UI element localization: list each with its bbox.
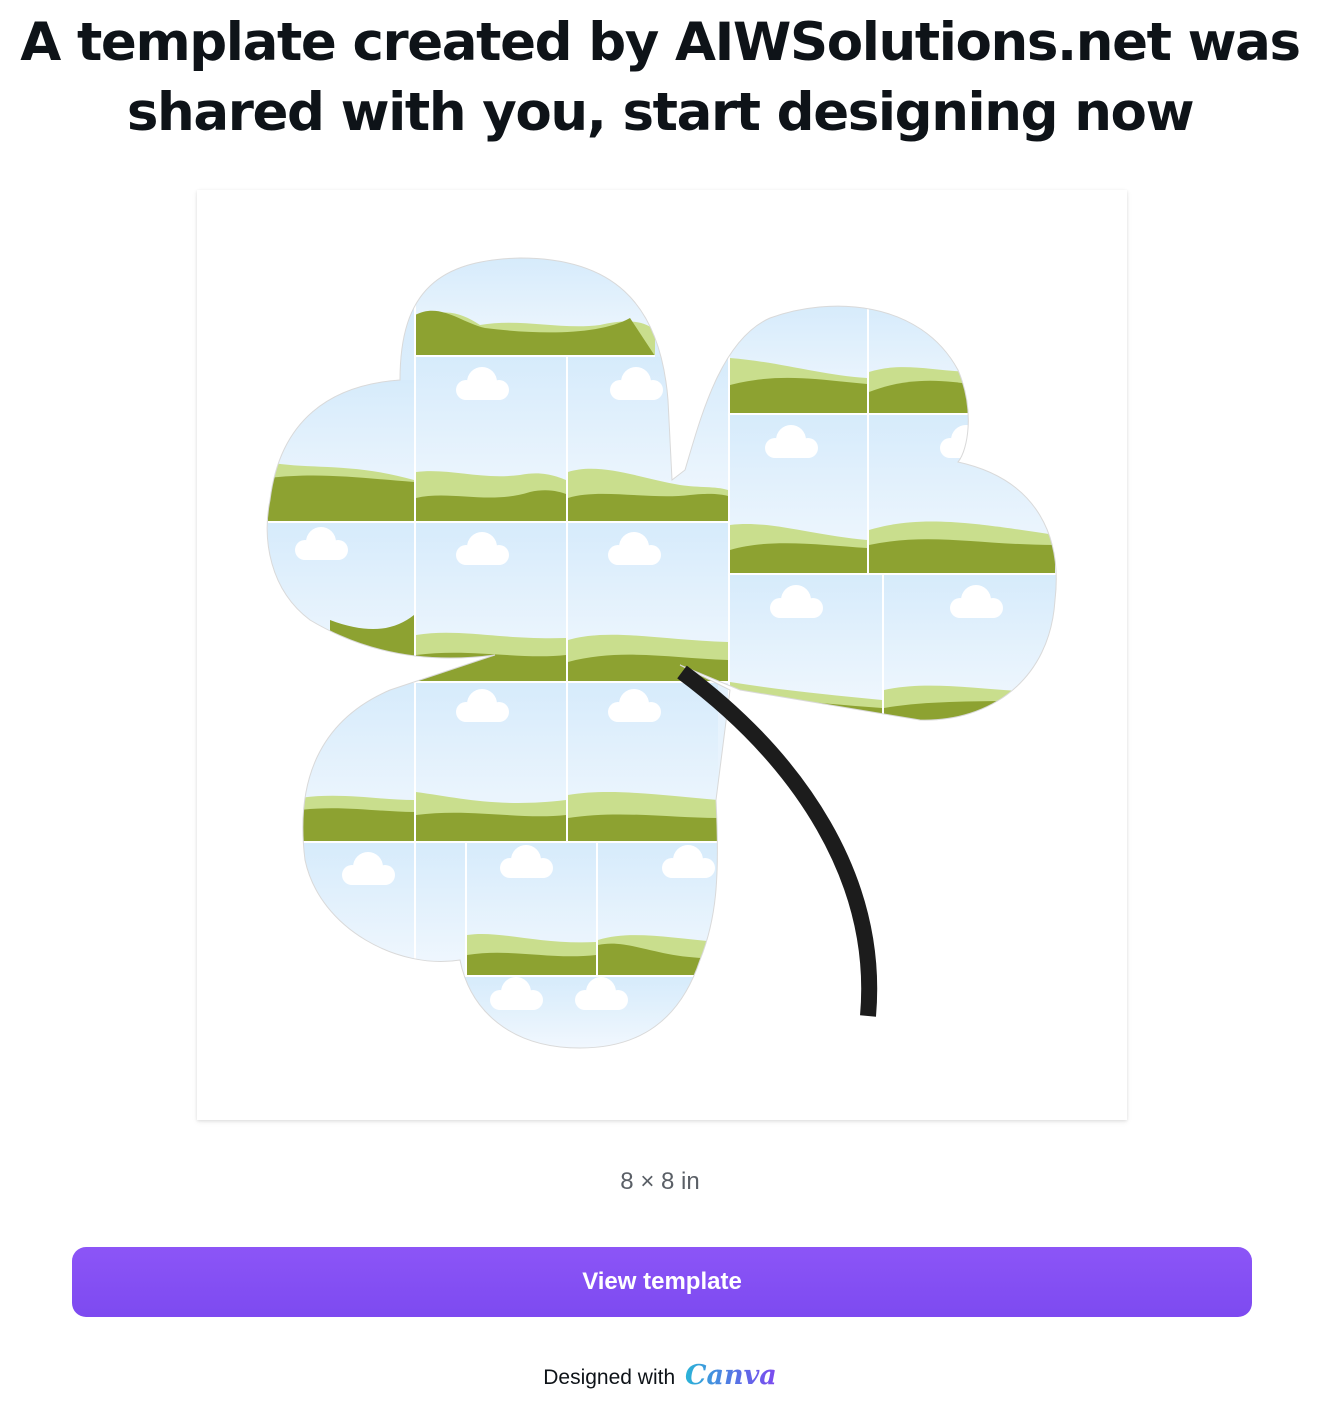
template-dimensions: 8 × 8 in — [620, 1168, 700, 1195]
title-line-2: shared with you, start designing now — [126, 82, 1195, 143]
footer-prefix: Designed with — [543, 1366, 676, 1389]
title-line-1: A template created by AIWSolutions.net w… — [20, 12, 1301, 73]
clover-collage-artwork — [266, 257, 1057, 1049]
designed-with-footer: Designed with Canva — [0, 1360, 1320, 1391]
page-title: A template created by AIWSolutions.net w… — [0, 8, 1320, 148]
template-preview[interactable] — [197, 190, 1127, 1120]
canva-logo[interactable]: Canva — [685, 1360, 777, 1391]
view-template-button[interactable]: View template — [72, 1247, 1252, 1317]
share-page: A template created by AIWSolutions.net w… — [0, 0, 1320, 1428]
